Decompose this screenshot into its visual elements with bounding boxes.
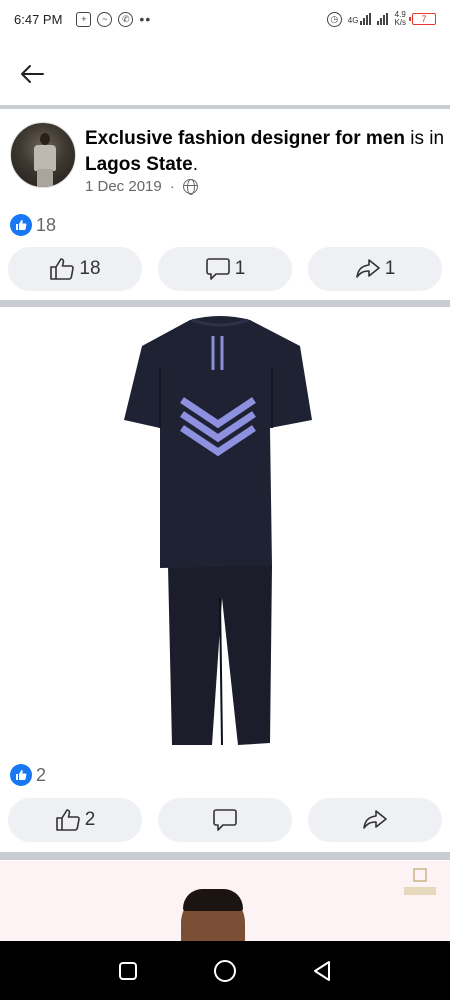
meta-separator: · [169, 178, 175, 195]
post-date[interactable]: 1 Dec 2019 [85, 178, 162, 195]
network-4g-icon: 4G [348, 13, 372, 25]
signal-strength-icon [377, 13, 389, 25]
comment-button[interactable]: 1 [158, 247, 292, 291]
photo-actions: 2 [8, 798, 442, 842]
comment-icon [205, 258, 230, 280]
back-button[interactable] [14, 58, 50, 90]
back-nav-button[interactable] [302, 951, 342, 991]
reaction-count: 18 [36, 214, 57, 235]
share-button[interactable]: 1 [308, 247, 442, 291]
whatsapp-icon: ✆ [118, 11, 134, 27]
like-button[interactable]: 2 [8, 798, 142, 842]
post-title: Exclusive fashion designer for men is in… [85, 126, 445, 178]
arrow-left-icon [21, 65, 44, 83]
status-time: 6:47 PM [14, 11, 63, 27]
like-button[interactable]: 18 [8, 247, 142, 291]
divider [0, 105, 450, 109]
like-badge-icon [10, 764, 32, 786]
post-header: Exclusive fashion designer for men is in… [0, 114, 450, 212]
thumbs-up-icon [50, 258, 75, 280]
share-button[interactable] [308, 798, 442, 842]
comment-count: 1 [234, 258, 246, 279]
post-photo[interactable] [0, 308, 450, 758]
model-hair [183, 889, 243, 911]
globe-icon [182, 179, 198, 195]
reaction-count: 2 [36, 764, 47, 785]
brand-logo-icon [400, 867, 440, 907]
share-count: 1 [384, 258, 396, 279]
recents-button[interactable] [108, 951, 148, 991]
system-nav-bar [0, 941, 450, 1000]
messenger-icon: ~ [97, 11, 113, 27]
reaction-summary[interactable]: 18 [10, 214, 56, 236]
like-count: 2 [84, 809, 96, 830]
top-bar [0, 38, 450, 108]
divider [0, 852, 450, 860]
home-button[interactable] [205, 951, 245, 991]
post-connector: is in [404, 128, 445, 149]
like-badge-icon [10, 214, 32, 236]
network-speed: 4.9 K/s [394, 10, 406, 27]
outfit-image [124, 316, 312, 746]
alarm-icon: ◷ [326, 11, 342, 27]
square-icon [119, 961, 138, 980]
avatar[interactable] [10, 122, 76, 188]
triangle-back-icon [313, 960, 330, 981]
post-actions: 18 1 1 [8, 247, 442, 291]
post-meta: 1 Dec 2019 · [85, 178, 198, 195]
battery-icon: 7 [409, 13, 436, 25]
more-notifications-icon: •• [139, 11, 152, 27]
comment-icon [213, 809, 237, 831]
divider [0, 300, 450, 307]
status-bar: 6:47 PM + ~ ✆ •• ◷ 4G 4.9 K/s 7 [0, 0, 450, 38]
next-post-photo[interactable] [0, 861, 450, 941]
battery-saver-icon: + [76, 11, 92, 27]
author-name[interactable]: Exclusive fashion designer for men [85, 128, 405, 149]
thumbs-up-icon [55, 809, 80, 831]
circle-icon [213, 959, 236, 982]
share-icon [363, 810, 387, 829]
post-title-end: . [192, 154, 198, 175]
share-icon [355, 259, 380, 278]
like-count: 18 [79, 258, 101, 279]
reaction-summary-photo[interactable]: 2 [10, 764, 46, 786]
comment-button[interactable] [158, 798, 292, 842]
location-link[interactable]: Lagos State [85, 154, 193, 175]
